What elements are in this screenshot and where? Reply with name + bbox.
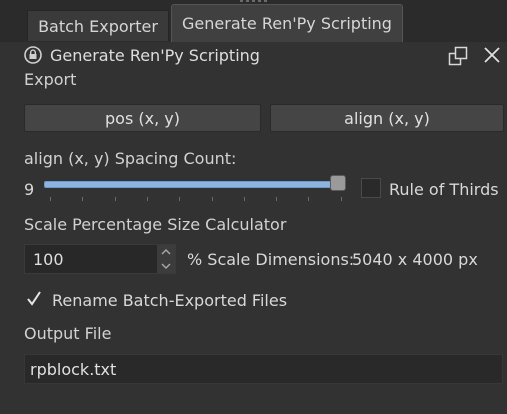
checkmark-icon <box>27 291 41 306</box>
scale-percentage-spinbox[interactable]: 100 <box>24 244 176 274</box>
spacing-count-label: align (x, y) Spacing Count: <box>24 149 237 168</box>
lock-icon[interactable] <box>24 46 42 64</box>
spin-up-button[interactable] <box>157 245 175 259</box>
slider-tick <box>276 197 278 201</box>
pos-button[interactable]: pos (x, y) <box>24 104 261 132</box>
tab-bar: Batch Exporter Generate Ren'Py Scripting <box>0 0 507 42</box>
output-file-input[interactable]: rpblock.txt <box>24 354 503 384</box>
slider-tick <box>340 197 342 201</box>
float-icon[interactable] <box>448 46 468 66</box>
slider-tick <box>243 197 245 201</box>
tab-batch-exporter[interactable]: Batch Exporter <box>27 10 169 41</box>
scale-dimensions-value: 5040 x 4000 px <box>352 250 478 269</box>
tab-generate-renpy-scripting[interactable]: Generate Ren'Py Scripting <box>171 4 403 42</box>
align-button[interactable]: align (x, y) <box>270 104 504 132</box>
slider-tick <box>179 197 181 201</box>
spacing-slider-handle[interactable] <box>330 175 346 191</box>
spin-down-button[interactable] <box>157 259 175 273</box>
rule-of-thirds-label: Rule of Thirds <box>389 180 499 199</box>
slider-tick <box>50 197 51 201</box>
close-icon[interactable] <box>482 45 502 65</box>
slider-tick <box>308 197 310 201</box>
scale-dimensions-label: % Scale Dimensions: <box>187 250 355 269</box>
rename-files-checkbox[interactable] <box>24 289 44 309</box>
slider-tick <box>211 197 213 201</box>
spacing-slider-track[interactable] <box>44 181 346 188</box>
slider-tick <box>146 197 148 201</box>
scale-calculator-label: Scale Percentage Size Calculator <box>24 215 287 234</box>
chevron-down-icon <box>161 263 171 269</box>
output-file-label: Output File <box>24 324 112 343</box>
drag-handle[interactable] <box>240 0 268 3</box>
rule-of-thirds-checkbox[interactable] <box>361 178 381 198</box>
rename-files-label: Rename Batch-Exported Files <box>52 291 288 310</box>
dock-title-text: Generate Ren'Py Scripting <box>50 45 260 65</box>
dock-title: Generate Ren'Py Scripting <box>24 44 260 66</box>
slider-value: 9 <box>24 180 35 199</box>
chevron-up-icon <box>161 249 171 255</box>
slider-tick <box>114 197 116 201</box>
renpy-dock-panel: Batch Exporter Generate Ren'Py Scripting… <box>0 0 507 414</box>
scale-percentage-value: 100 <box>33 250 64 269</box>
export-label: Export <box>24 70 77 89</box>
slider-tick <box>82 197 84 201</box>
